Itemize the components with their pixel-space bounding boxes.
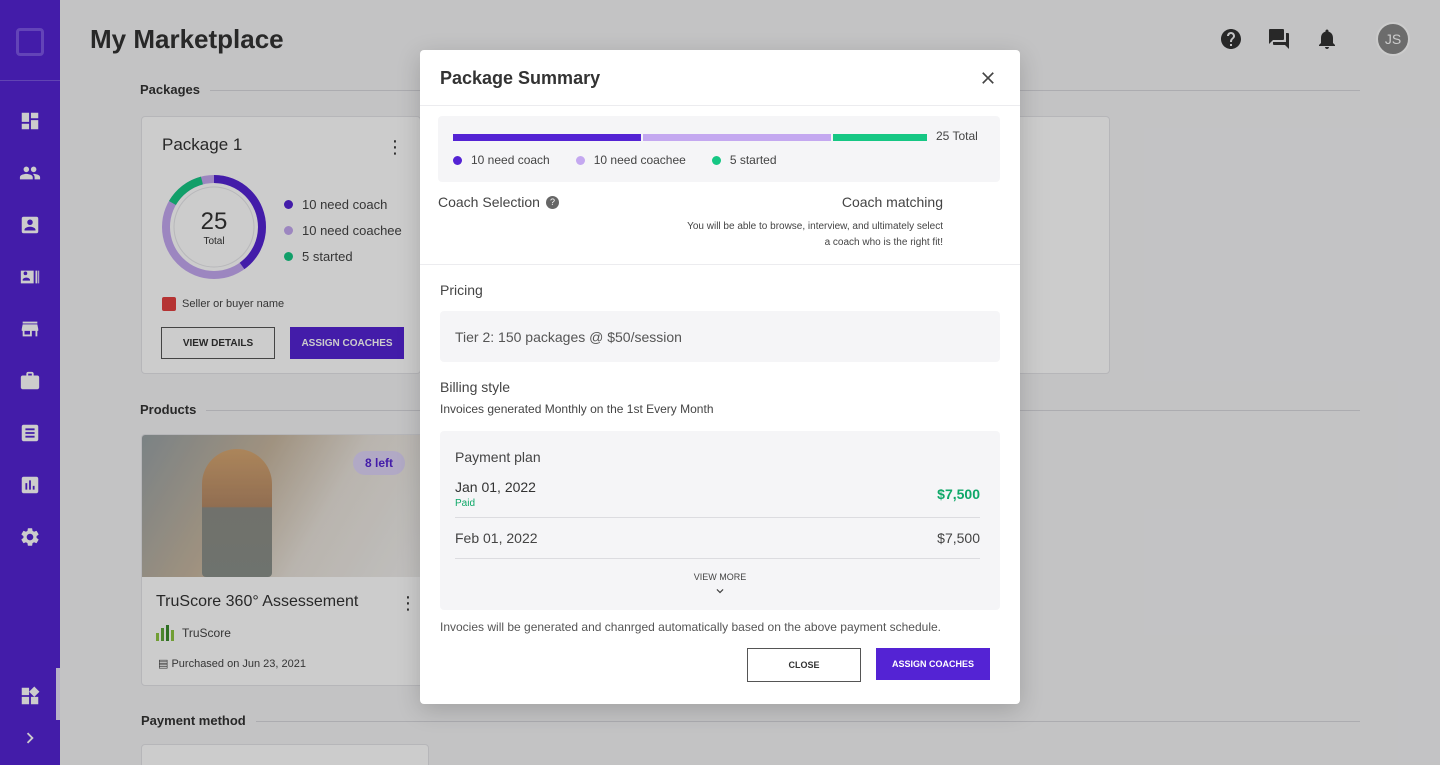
coach-selection-value: Coach matching	[841, 194, 943, 210]
chevron-down-icon	[716, 589, 724, 594]
coach-selection: Coach Selection ?	[438, 194, 559, 210]
legend-dot	[711, 155, 721, 165]
payment-amount: $7,500	[937, 486, 980, 502]
payment-date: Feb 01, 2022	[455, 530, 538, 546]
view-more-button[interactable]: VIEW MORE	[440, 572, 1000, 598]
progress-legend: 10 need coach 10 need coachee 5 started	[453, 153, 777, 167]
progress-total: 25 Total	[936, 129, 978, 143]
view-more-label: VIEW MORE	[693, 572, 747, 582]
progress-segment	[643, 134, 831, 141]
progress-bar	[453, 134, 927, 141]
legend-label: 5 started	[729, 153, 777, 167]
progress-summary: 25 Total 10 need coach 10 need coachee 5…	[438, 116, 1000, 182]
modal-divider	[420, 264, 1020, 265]
legend-dot	[453, 155, 462, 165]
close-button[interactable]: CLOSE	[747, 648, 861, 682]
payment-status: Paid	[455, 498, 476, 509]
legend-dot	[575, 155, 585, 165]
payment-row-divider	[455, 517, 980, 518]
invoice-note: Invocies will be generated and chanrged …	[440, 620, 941, 634]
legend-item: 10 need coach	[453, 153, 550, 167]
coach-selection-description: You will be able to browse, interview, a…	[687, 221, 943, 248]
modal-divider	[420, 105, 1020, 106]
billing-style-label: Billing style	[440, 379, 511, 395]
legend-label: 10 need coachee	[593, 153, 686, 167]
legend-label: 10 need coach	[471, 153, 550, 167]
billing-style-description: Invoices generated Monthly on the 1st Ev…	[440, 402, 714, 416]
pricing-label: Pricing	[440, 282, 483, 298]
progress-segment	[833, 134, 927, 141]
payment-plan-label: Payment plan	[455, 449, 541, 465]
coach-selection-label: Coach Selection	[438, 194, 540, 210]
payment-amount: $7,500	[937, 530, 980, 546]
payment-plan: Payment plan Jan 01, 2022 Paid $7,500 Fe…	[440, 431, 1000, 610]
help-icon[interactable]: ?	[545, 195, 559, 209]
pricing-value: Tier 2: 150 packages @ $50/session	[440, 311, 1000, 362]
payment-date: Jan 01, 2022	[455, 479, 536, 495]
close-icon[interactable]	[978, 68, 998, 88]
legend-item: 10 need coachee	[575, 153, 686, 167]
assign-coaches-button[interactable]: ASSIGN COACHES	[876, 648, 990, 680]
progress-segment	[453, 134, 641, 141]
legend-item: 5 started	[711, 153, 777, 167]
package-summary-modal: Package Summary 25 Total 10 need coach 1…	[420, 50, 1020, 704]
modal-title: Package Summary	[440, 68, 601, 88]
payment-row-divider	[455, 558, 980, 559]
